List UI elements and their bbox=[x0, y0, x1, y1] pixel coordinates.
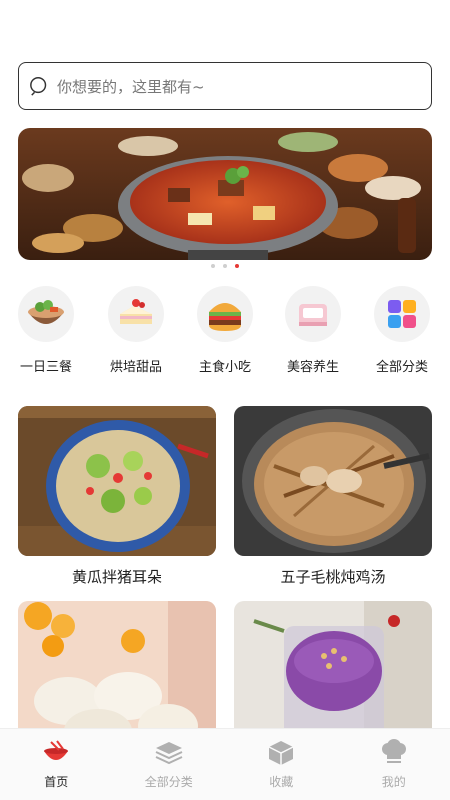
burger-icon bbox=[197, 286, 253, 342]
category-label: 主食小吃 bbox=[198, 360, 251, 375]
cosmetics-icon bbox=[285, 286, 341, 342]
category-row: 一日三餐 烘培甜品 主食小吃 美容养生 全部分类 bbox=[0, 286, 450, 386]
recipe-image bbox=[234, 406, 432, 556]
search-icon bbox=[30, 77, 47, 96]
category-item-beauty[interactable]: 美容养生 bbox=[263, 286, 363, 375]
hotpot-banner-image bbox=[18, 128, 432, 260]
tab-mine[interactable]: 我的 bbox=[338, 729, 450, 800]
recipe-card[interactable]: 黄瓜拌猪耳朵 bbox=[18, 406, 216, 587]
tab-all-categories[interactable]: 全部分类 bbox=[113, 729, 226, 800]
tab-home[interactable]: 首页 bbox=[0, 729, 113, 800]
category-label: 烘培甜品 bbox=[109, 360, 162, 375]
recipe-card[interactable]: 五子毛桃炖鸡汤 bbox=[234, 406, 432, 587]
category-item-snacks[interactable]: 主食小吃 bbox=[175, 286, 275, 375]
box-icon bbox=[268, 741, 294, 765]
tab-label: 收藏 bbox=[269, 775, 294, 789]
tab-label: 全部分类 bbox=[144, 775, 193, 789]
pagination-dot-active[interactable] bbox=[235, 264, 239, 268]
recipe-title: 五子毛桃炖鸡汤 bbox=[280, 568, 386, 586]
bowl-icon bbox=[18, 286, 74, 342]
banner-carousel[interactable] bbox=[18, 128, 432, 260]
category-item-all[interactable]: 全部分类 bbox=[352, 286, 450, 375]
layers-icon bbox=[155, 742, 183, 765]
tab-label: 我的 bbox=[381, 775, 406, 789]
category-item-baking[interactable]: 烘培甜品 bbox=[86, 286, 186, 375]
grid-blocks-icon bbox=[374, 286, 430, 342]
chef-hat-icon bbox=[381, 739, 406, 763]
tab-favorites[interactable]: 收藏 bbox=[225, 729, 338, 800]
pagination-dot[interactable] bbox=[211, 264, 215, 268]
search-input[interactable]: 你想要的，这里都有~ bbox=[57, 76, 205, 97]
tab-label: 首页 bbox=[44, 775, 69, 789]
recipe-title: 黄瓜拌猪耳朵 bbox=[71, 568, 162, 586]
search-bar[interactable]: 你想要的，这里都有~ bbox=[18, 62, 432, 110]
pagination-dot[interactable] bbox=[223, 264, 227, 268]
category-label: 美容养生 bbox=[286, 360, 339, 375]
home-bowl-icon bbox=[44, 740, 69, 760]
recipe-image bbox=[18, 406, 216, 556]
banner-pagination bbox=[0, 264, 450, 268]
category-item-meals[interactable]: 一日三餐 bbox=[0, 286, 96, 375]
bottom-tab-bar: 首页 全部分类 收藏 我的 bbox=[0, 728, 450, 800]
category-label: 全部分类 bbox=[375, 360, 428, 375]
category-label: 一日三餐 bbox=[19, 360, 72, 375]
cake-icon bbox=[108, 286, 164, 342]
